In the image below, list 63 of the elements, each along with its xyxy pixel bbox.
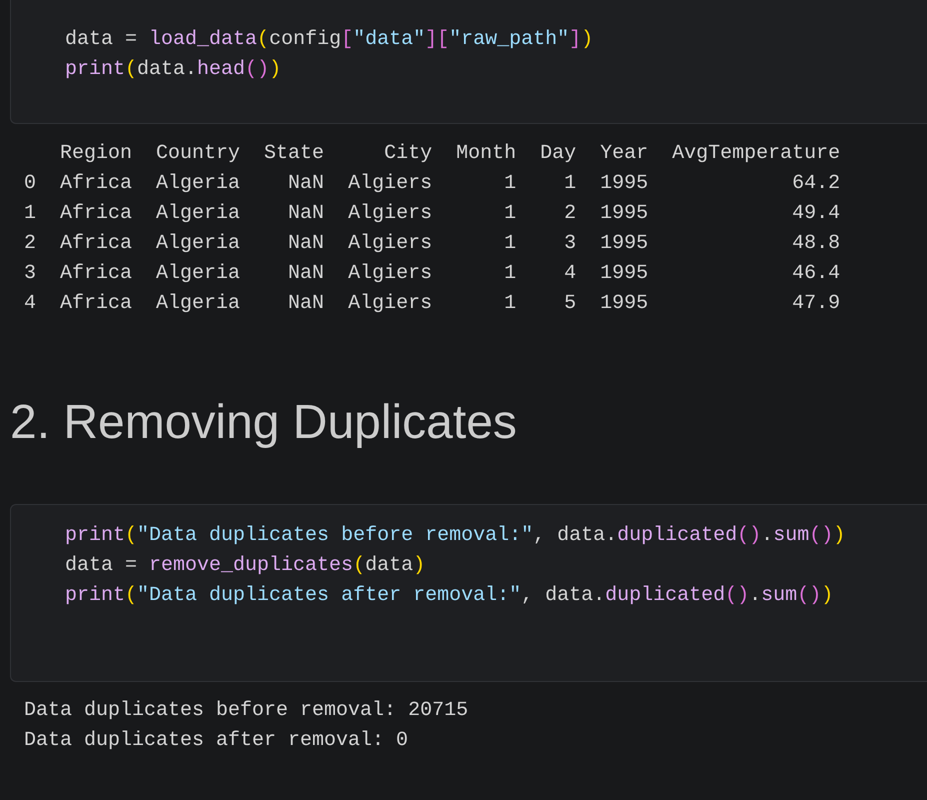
table-cell-text: 1 — [503, 291, 516, 317]
table-cell-text: Africa — [60, 171, 132, 197]
column-header: AvgTemperature — [672, 141, 840, 167]
table-cell-text: NaN — [287, 201, 324, 227]
code-cell[interactable]: data = load_data(config["data"]["raw_path"]) print(data.head()) — [10, 0, 927, 124]
table-cell-text: 1 — [503, 231, 516, 257]
column-header: Region — [60, 141, 132, 167]
row-index: 2 — [24, 231, 36, 257]
code-cell[interactable]: print("Data duplicates before removal:", data.duplicated().sum()) data = remove_duplicates(data) print("Data duplicates after removal:", data.duplicated().sum()) — [10, 504, 927, 682]
row-index: 0 — [24, 171, 36, 197]
table-cell-text: 1995 — [600, 291, 648, 317]
column-header: Country — [156, 141, 240, 167]
table-cell-text: Africa — [60, 261, 132, 287]
code-line: data = remove_duplicates(data) — [65, 553, 426, 579]
table-cell-text: Africa — [60, 291, 132, 317]
column-header: Year — [600, 141, 648, 167]
table-cell-text: Africa — [60, 231, 132, 257]
table-cell-text: 1 — [503, 201, 516, 227]
table-cell-text: 3 — [563, 231, 576, 257]
output-line: Data duplicates before removal: 20715 — [24, 698, 468, 724]
table-cell-text: 48.8 — [791, 231, 840, 257]
table-cell-text: Algiers — [348, 171, 432, 197]
table-cell-text: NaN — [287, 171, 324, 197]
table-cell-text: 64.2 — [791, 171, 840, 197]
table-cell-text: NaN — [287, 231, 324, 257]
code-line: print(data.head()) — [65, 57, 282, 83]
table-cell-text: Algeria — [156, 201, 240, 227]
table-cell-text: 1995 — [600, 231, 648, 257]
output-line: Data duplicates after removal: 0 — [24, 728, 408, 754]
table-cell-text: 49.4 — [791, 201, 840, 227]
code-line: print("Data duplicates after removal:", data.duplicated().sum()) — [65, 583, 834, 609]
table-cell-text: Algiers — [348, 231, 432, 257]
table-cell-text: NaN — [287, 261, 324, 287]
table-cell-text: 4 — [563, 261, 576, 287]
row-index: 3 — [24, 261, 36, 287]
table-cell-text: Algiers — [348, 261, 432, 287]
table-cell-text: 47.9 — [791, 291, 840, 317]
row-index: 1 — [24, 201, 36, 227]
section-heading: 2. Removing Duplicates — [10, 395, 518, 451]
column-header: Month — [456, 141, 516, 167]
table-cell-text: 46.4 — [791, 261, 840, 287]
column-header: Day — [540, 141, 576, 167]
table-cell-text: 2 — [563, 201, 576, 227]
row-index: 4 — [24, 291, 36, 317]
table-cell-text: NaN — [287, 291, 324, 317]
table-cell-text: Algeria — [156, 231, 240, 257]
table-cell-text: 1 — [503, 171, 516, 197]
table-cell-text: Algeria — [156, 261, 240, 287]
column-header: City — [383, 141, 432, 167]
code-line: print("Data duplicates before removal:", data.duplicated().sum()) — [65, 523, 846, 549]
code-line: data = load_data(config["data"]["raw_path"]) — [65, 27, 594, 53]
table-cell-text: 5 — [563, 291, 576, 317]
table-cell-text: 1995 — [600, 171, 648, 197]
table-cell-text: Algeria — [156, 291, 240, 317]
table-cell-text: Algeria — [156, 171, 240, 197]
table-cell-text: 1 — [563, 171, 576, 197]
table-cell-text: 1995 — [600, 261, 648, 287]
table-cell-text: Africa — [60, 201, 132, 227]
table-cell-text: Algiers — [348, 291, 432, 317]
table-cell-text: 1995 — [600, 201, 648, 227]
column-header: State — [264, 141, 324, 167]
table-cell-text: Algiers — [348, 201, 432, 227]
table-cell-text: 1 — [503, 261, 516, 287]
